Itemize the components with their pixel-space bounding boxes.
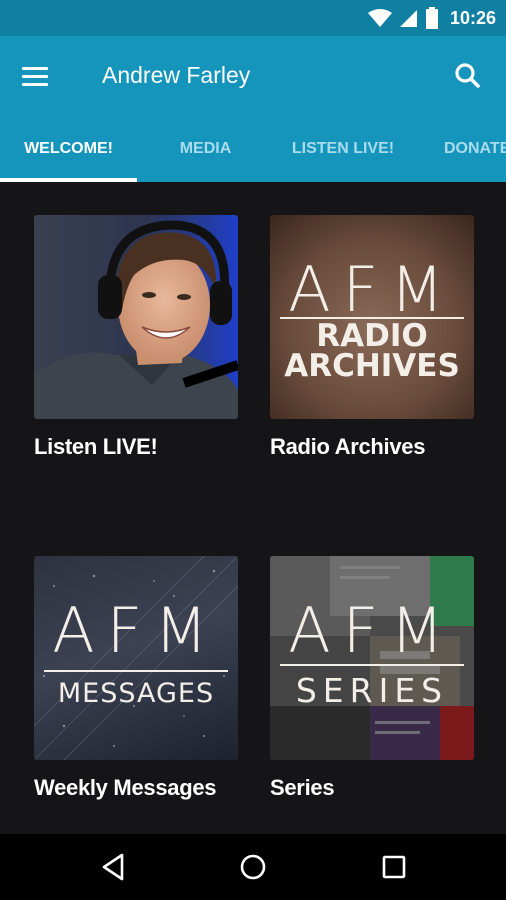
menu-icon-line <box>22 82 48 86</box>
menu-button[interactable] <box>22 58 58 94</box>
home-icon <box>240 854 266 880</box>
tile-radio-archives[interactable]: AFM RADIO ARCHIVES Radio Archives <box>270 215 474 462</box>
system-nav-bar <box>0 834 506 900</box>
tab-welcome[interactable]: WELCOME! <box>0 116 137 182</box>
logo-divider <box>280 664 464 666</box>
back-icon <box>102 853 124 881</box>
tile-label: Radio Archives <box>270 434 426 459</box>
app-bar: Andrew Farley <box>0 36 506 116</box>
tile-weekly-messages[interactable]: AFM MESSAGES Weekly Messages <box>34 556 238 803</box>
battery-icon <box>425 7 438 29</box>
app-title: Andrew Farley <box>102 62 251 88</box>
tab-listen-live[interactable]: LISTEN LIVE! <box>290 116 396 182</box>
weekly-messages-thumbnail: AFM MESSAGES <box>34 556 238 760</box>
cell-signal-icon <box>399 10 417 27</box>
tile-listen-live[interactable]: Listen LIVE! <box>34 215 238 462</box>
home-button[interactable] <box>233 847 273 887</box>
tile-series[interactable]: AFM SERIES Series <box>270 556 474 803</box>
menu-icon-line <box>22 66 48 70</box>
listen-live-thumbnail <box>34 215 238 419</box>
logo-subtitle: SERIES <box>295 671 449 710</box>
tab-donate[interactable]: DONATE <box>430 116 506 182</box>
afm-logo-text: AFM <box>288 253 456 326</box>
tab-bar: WELCOME! MEDIA LISTEN LIVE! DONATE <box>0 116 506 182</box>
status-bar: 10:26 <box>0 0 506 36</box>
tab-media[interactable]: MEDIA <box>137 116 274 182</box>
radio-archives-thumbnail: AFM RADIO ARCHIVES <box>270 215 474 419</box>
menu-icon-line <box>22 74 48 78</box>
tab-indicator <box>0 178 137 182</box>
series-thumbnail: AFM SERIES <box>270 556 474 760</box>
status-icons: 10:26 <box>367 0 496 36</box>
recents-button[interactable] <box>374 847 414 887</box>
recents-icon <box>382 855 406 879</box>
tile-label: Listen LIVE! <box>34 434 158 459</box>
afm-logo-text: AFM <box>52 594 220 667</box>
wifi-icon <box>367 9 392 27</box>
back-button[interactable] <box>94 847 134 887</box>
tile-label: Weekly Messages <box>34 775 217 800</box>
afm-logo-text: AFM <box>288 594 456 667</box>
search-icon <box>455 63 480 88</box>
tile-label: Series <box>270 775 335 800</box>
status-time: 10:26 <box>449 7 496 28</box>
search-button[interactable] <box>448 56 488 96</box>
logo-divider <box>44 670 228 672</box>
logo-subtitle-line2: ARCHIVES <box>284 348 460 384</box>
logo-subtitle: MESSAGES <box>57 678 215 709</box>
